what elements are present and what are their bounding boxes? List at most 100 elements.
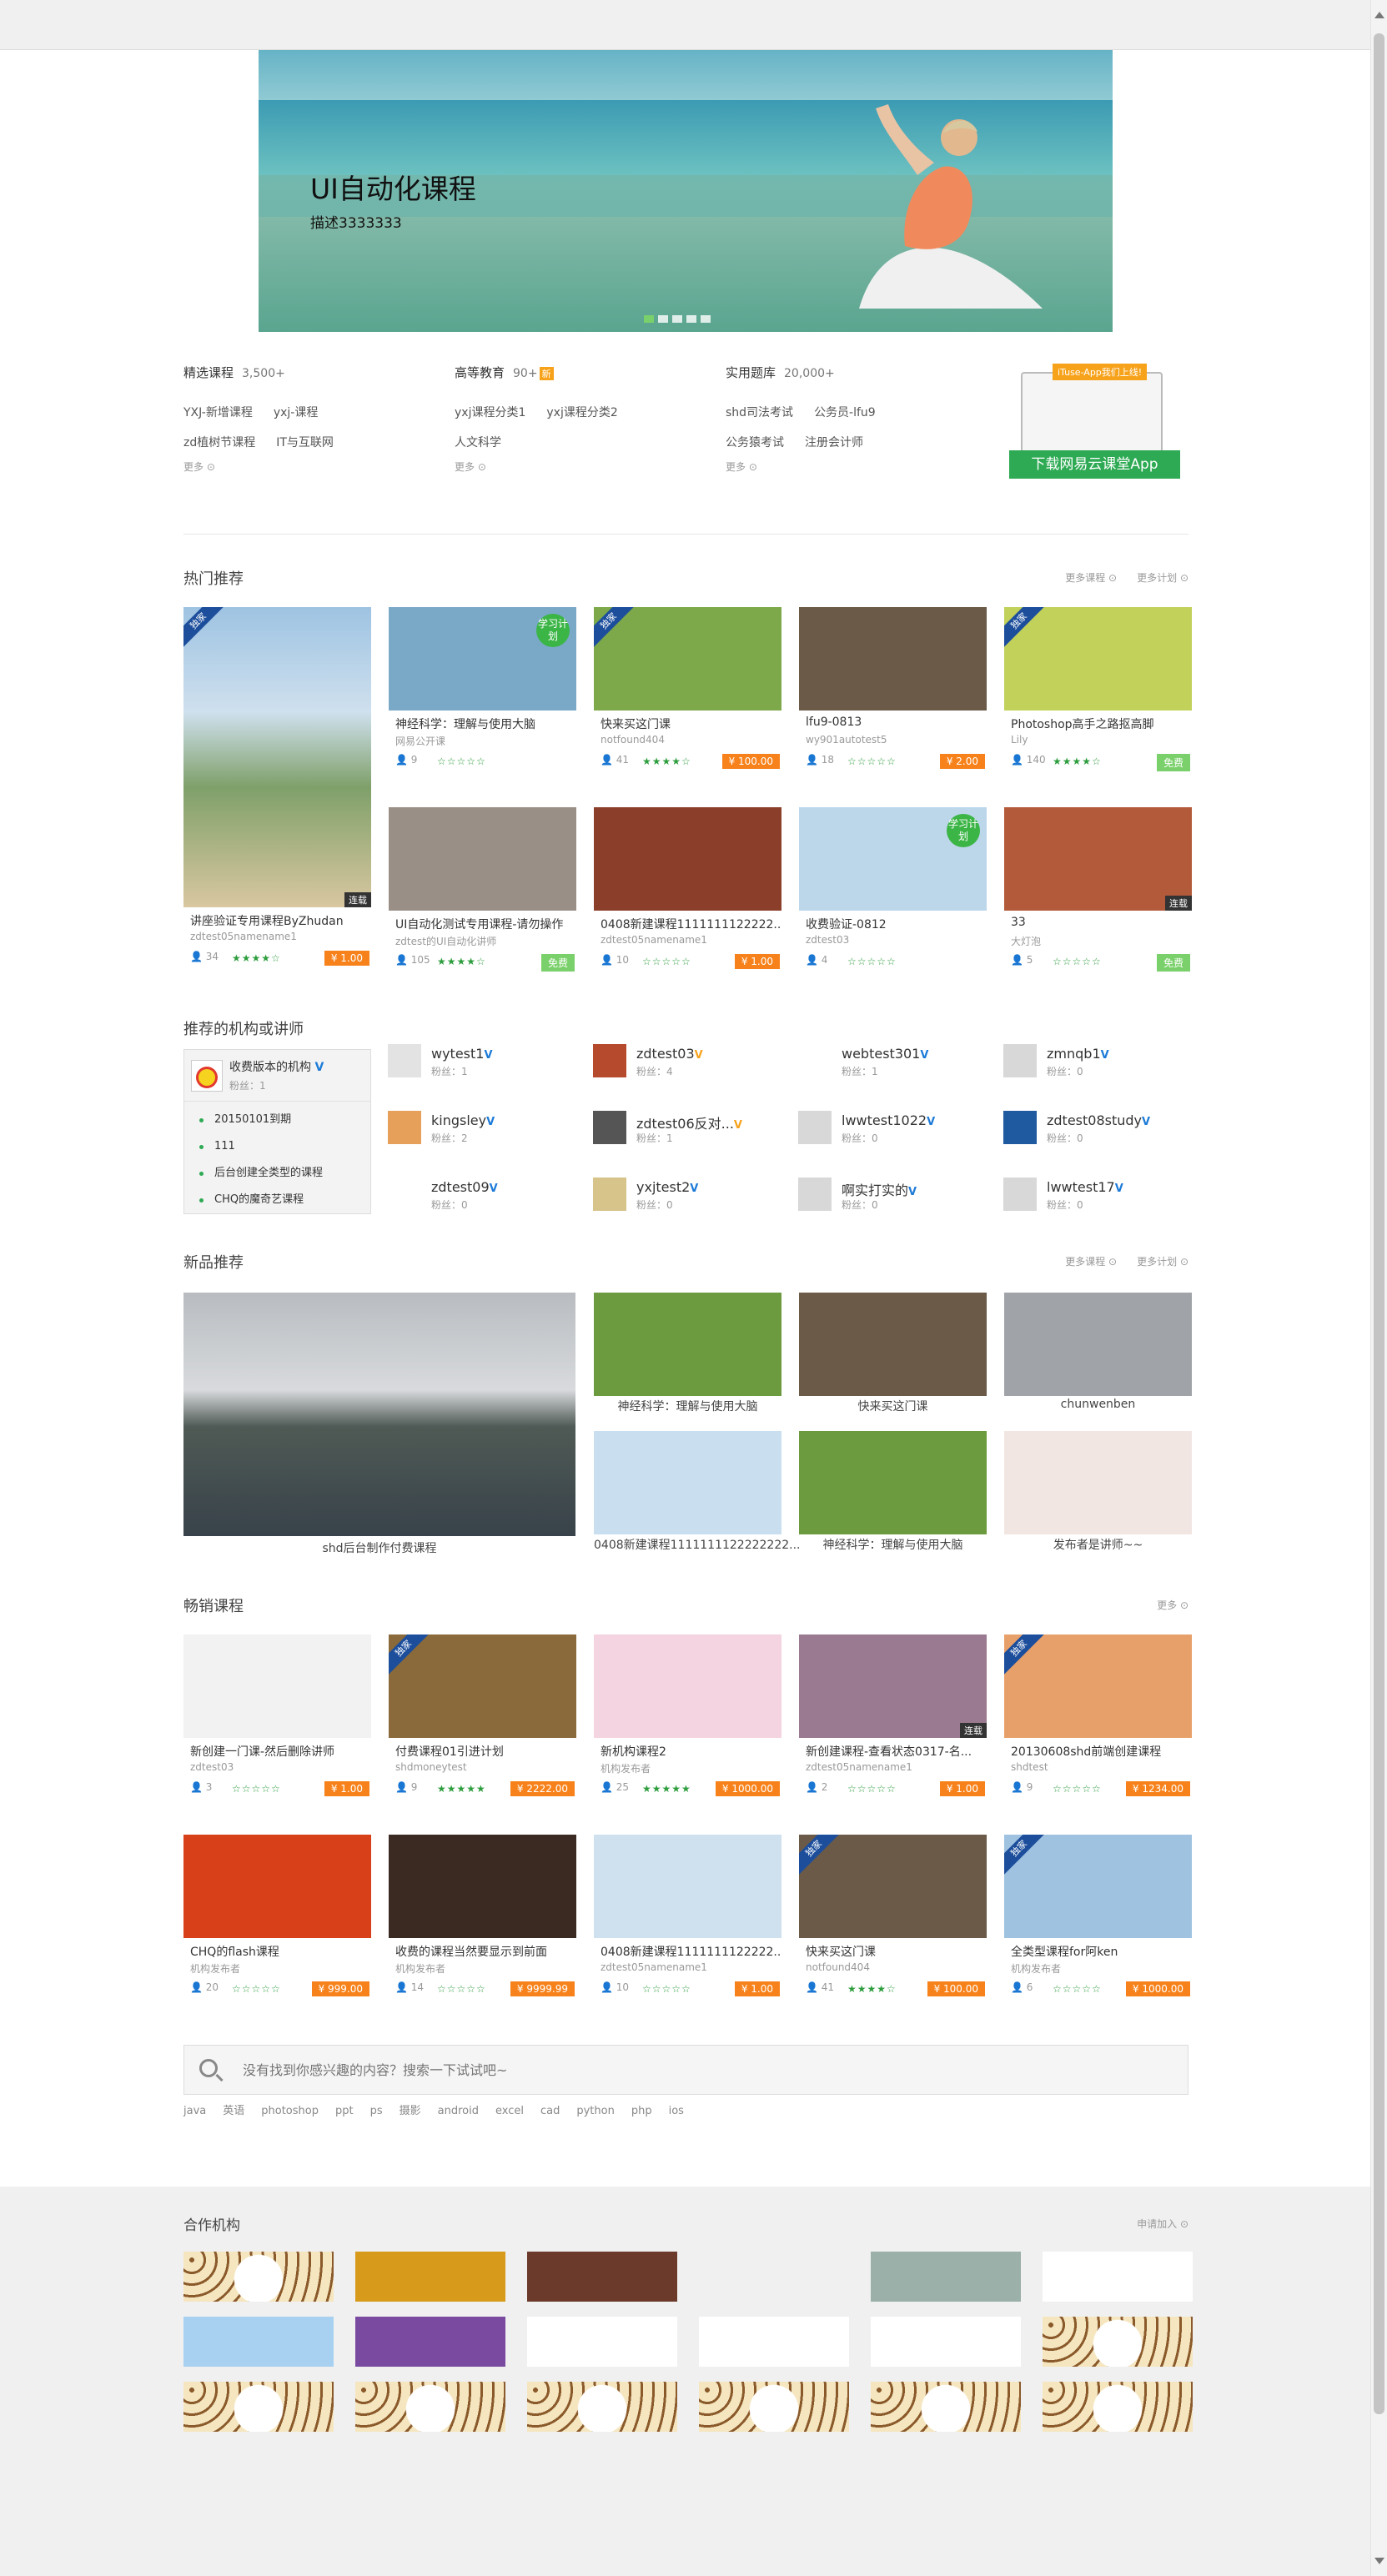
scrollbar[interactable]	[1370, 0, 1387, 2576]
course-name[interactable]: 新机构课程2	[601, 1743, 780, 1760]
partner-logo[interactable]: 钓鱼岛 Diaoyu Islands	[527, 2317, 677, 2367]
partner-logo[interactable]: 火星时代实训基地 Mars Institute of Digital Arts	[871, 2317, 1021, 2367]
avatar[interactable]	[388, 1178, 421, 1211]
org-head[interactable]: 收费版本的机构 V 粉丝：1	[184, 1050, 370, 1102]
partner-logo[interactable]: Hello Kitty	[1043, 2382, 1193, 2432]
partner-logo[interactable]: 人物	[527, 2252, 677, 2302]
teacher-name[interactable]: zdtest08studyV	[1047, 1112, 1150, 1128]
teacher-name-text[interactable]: webtest301	[842, 1046, 920, 1062]
course-name[interactable]: 收费的课程当然要显示到前面	[395, 1943, 575, 1960]
course-name[interactable]: 20130608shd前端创建课程	[1011, 1743, 1190, 1760]
keyword-link[interactable]: cad	[540, 2105, 560, 2117]
keyword-link[interactable]: ppt	[335, 2105, 354, 2117]
search-icon[interactable]	[199, 2059, 218, 2077]
course-name[interactable]: 0408新建课程1111111122222...	[601, 916, 780, 932]
partner-logo[interactable]: Hello Kitty	[355, 2382, 505, 2432]
new-course-caption[interactable]: 神经科学：理解与使用大脑	[594, 1398, 781, 1414]
more-course-link[interactable]: 更多课程	[1065, 572, 1105, 584]
teacher-name-text[interactable]: zdtest08study	[1047, 1112, 1142, 1128]
course-author[interactable]: zdtest05namename1	[806, 1761, 912, 1773]
partner-logo[interactable]: 卡通	[355, 2317, 505, 2367]
org-card[interactable]: 收费版本的机构 V 粉丝：1 20150101到期 111 后台创建全类型的课程…	[183, 1049, 371, 1214]
category-title[interactable]: 高等教育	[455, 365, 505, 380]
avatar[interactable]	[593, 1111, 626, 1144]
more-link[interactable]: 更多	[726, 461, 746, 473]
course-thumbnail-image[interactable]: 独家	[799, 1835, 987, 1938]
course-thumbnail-image[interactable]: 独家	[1004, 1835, 1192, 1938]
course-card[interactable]: 0408新建课程1111111122222... zdtest05namename…	[594, 807, 781, 981]
course-card[interactable]: 连载 33 大灯泡 👤 5 ☆☆☆☆☆ 免费	[1004, 807, 1192, 981]
course-author[interactable]: 机构发布者	[601, 1761, 651, 1775]
new-course-caption[interactable]: 0408新建课程1111111122222222...	[594, 1536, 801, 1553]
teacher-name-text[interactable]: wytest1	[431, 1046, 484, 1062]
avatar[interactable]	[798, 1044, 832, 1077]
teacher-name[interactable]: lwwtest1022V	[842, 1112, 935, 1128]
new-course-caption[interactable]: 发布者是讲师~~	[1004, 1536, 1192, 1553]
avatar[interactable]	[593, 1178, 626, 1211]
course-name[interactable]: Photoshop高手之路抠高脚	[1011, 716, 1190, 732]
course-card[interactable]: 连载 新创建课程-查看状态0317-名... zdtest05namename1 👤 …	[799, 1634, 987, 1808]
course-card[interactable]: 0408新建课程1111111122222... zdtest05namename…	[594, 1835, 781, 2008]
keyword-link[interactable]: excel	[495, 2105, 524, 2117]
course-card[interactable]: 独家 付费课程01引进计划 shdmoneytest 👤 9 ★★★★★ ¥ 2222.0…	[389, 1634, 576, 1808]
course-card[interactable]: 独家 快来买这门课 notfound404 👤 41 ★★★★☆ ¥ 100.00	[799, 1835, 987, 2008]
teacher-item[interactable]: webtest301V 粉丝：1	[798, 1044, 998, 1086]
keyword-link[interactable]: php	[631, 2105, 652, 2117]
category-link[interactable]: 注册会计师	[805, 436, 863, 449]
teacher-name-text[interactable]: kingsley	[431, 1112, 486, 1128]
avatar[interactable]	[388, 1044, 421, 1077]
avatar[interactable]	[798, 1111, 832, 1144]
category-link[interactable]: 人文科学	[455, 436, 501, 449]
course-card[interactable]: 独家 连载 讲座验证专用课程ByZhudan zdtest05namename1 👤 3…	[183, 607, 371, 966]
course-thumbnail-image[interactable]	[389, 1835, 576, 1938]
more-plan-link[interactable]: 更多计划	[1137, 1256, 1177, 1268]
course-card[interactable]: lfu9-0813 wy901autotest5 👤 18 ☆☆☆☆☆ ¥ 2.00	[799, 607, 987, 781]
course-name[interactable]: UI自动化测试专用课程-请勿操作	[395, 916, 575, 932]
course-thumbnail-image[interactable]: 独家	[1004, 607, 1192, 711]
teacher-name[interactable]: zmnqb1V	[1047, 1046, 1109, 1062]
category-heading[interactable]: 高等教育 90+ 新	[455, 364, 705, 381]
more-link[interactable]: 更多	[183, 461, 204, 473]
keyword-link[interactable]: android	[438, 2105, 479, 2117]
course-card[interactable]: 收费的课程当然要显示到前面 机构发布者 👤 14 ☆☆☆☆☆ ¥ 9999.99	[389, 1835, 576, 2008]
teacher-name-text[interactable]: zmnqb1	[1047, 1046, 1101, 1062]
category-link[interactable]: 公务猿考试	[726, 436, 784, 449]
avatar[interactable]	[1003, 1111, 1037, 1144]
course-author[interactable]: 机构发布者	[190, 1961, 240, 1976]
teacher-name[interactable]: lwwtest17V	[1047, 1179, 1123, 1195]
course-thumbnail-image[interactable]: 连载	[1004, 807, 1192, 911]
course-name[interactable]: 新创建课程-查看状态0317-名...	[806, 1743, 985, 1760]
teacher-item[interactable]: wytest1V 粉丝：1	[388, 1044, 588, 1086]
avatar[interactable]	[388, 1111, 421, 1144]
partner-logo[interactable]: Hello Kitty	[871, 2382, 1021, 2432]
teacher-name[interactable]: yxjtest2V	[636, 1179, 698, 1195]
keyword-link[interactable]: 摄影	[400, 2105, 421, 2117]
course-author[interactable]: shdmoneytest	[395, 1761, 467, 1773]
course-thumbnail-image[interactable]: 学习计划	[799, 807, 987, 911]
category-link[interactable]: YXJ-新增课程	[183, 406, 253, 419]
category-more[interactable]: 更多 ⊙	[455, 459, 705, 474]
new-course-thumbnail-image[interactable]	[1004, 1293, 1192, 1396]
teacher-name[interactable]: webtest301V	[842, 1046, 928, 1062]
teacher-name-text[interactable]: 啊实打实的	[842, 1183, 908, 1198]
teacher-item[interactable]: lwwtest17V 粉丝：0	[1003, 1178, 1204, 1219]
course-thumbnail-image[interactable]: 独家 连载	[183, 607, 371, 907]
banner-dot[interactable]	[644, 315, 654, 323]
keyword-link[interactable]: ios	[669, 2105, 684, 2117]
course-card[interactable]: 独家 全类型课程for阿ken 机构发布者 👤 6 ☆☆☆☆☆ ¥ 1000.00	[1004, 1835, 1192, 2008]
keyword-link[interactable]: python	[576, 2105, 614, 2117]
avatar[interactable]	[1003, 1178, 1037, 1211]
org-course-item[interactable]: 111	[193, 1133, 362, 1160]
more-plan-link[interactable]: 更多计划	[1137, 572, 1177, 584]
course-author[interactable]: shdtest	[1011, 1761, 1048, 1773]
new-course-caption[interactable]: 快来买这门课	[799, 1398, 987, 1414]
more-course-link[interactable]: 更多课程	[1065, 1256, 1105, 1268]
partner-logo[interactable]: Hello Kitty	[527, 2382, 677, 2432]
more-link[interactable]: 更多	[455, 461, 475, 473]
teacher-item[interactable]: lwwtest1022V 粉丝：0	[798, 1111, 998, 1152]
partner-logo[interactable]: Hello Kitty	[183, 2252, 334, 2302]
course-author[interactable]: wy901autotest5	[806, 734, 887, 746]
category-link[interactable]: yxj-课程	[274, 406, 319, 419]
course-card[interactable]: 独家 20130608shd前端创建课程 shdtest 👤 9 ☆☆☆☆☆ ¥ 1234…	[1004, 1634, 1192, 1808]
teacher-item[interactable]: zmnqb1V 粉丝：0	[1003, 1044, 1204, 1086]
